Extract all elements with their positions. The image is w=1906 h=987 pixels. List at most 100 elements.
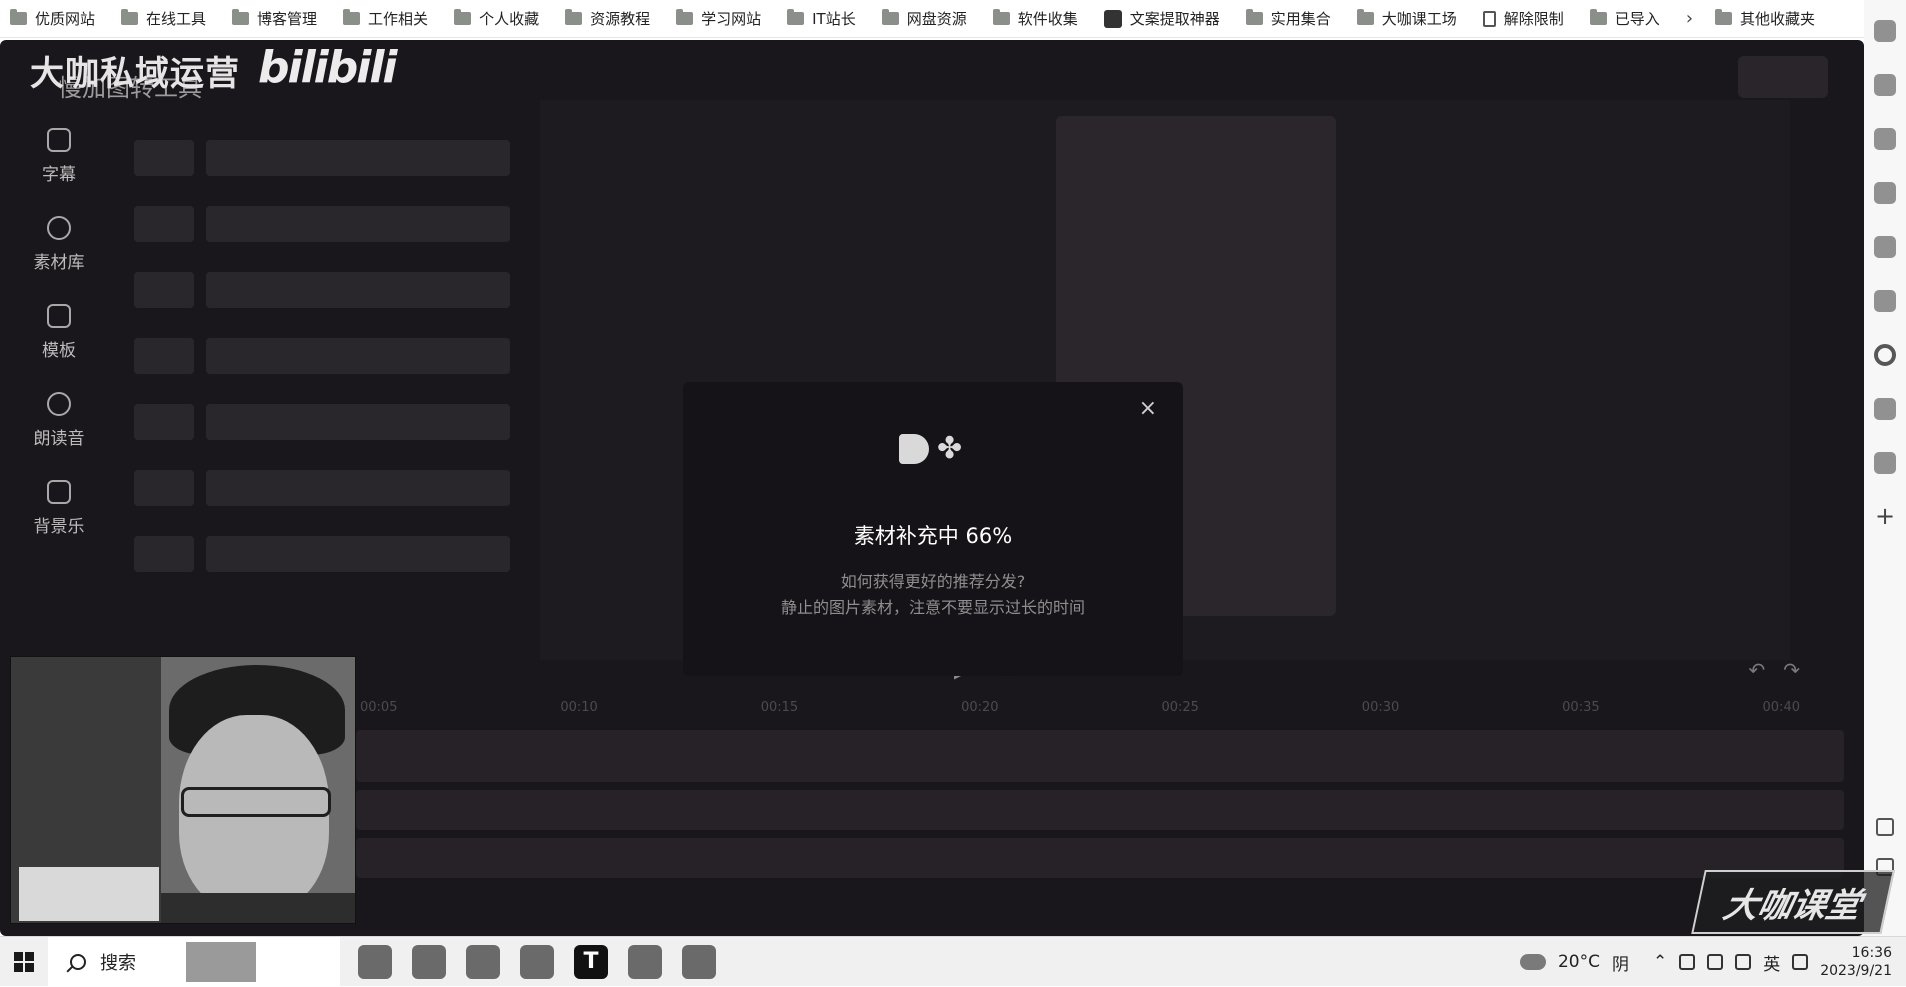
taskbar-search[interactable]: 搜索 bbox=[48, 936, 340, 987]
bookmark-item[interactable]: 博客管理 bbox=[232, 8, 317, 29]
list-item[interactable] bbox=[134, 338, 510, 374]
nav-item[interactable]: 素材库 bbox=[0, 208, 118, 296]
circle-app-icon[interactable] bbox=[1874, 344, 1896, 366]
timeline-tick: 00:35 bbox=[1562, 700, 1600, 715]
game-icon[interactable] bbox=[1874, 398, 1896, 420]
ime-indicator[interactable]: 英 bbox=[1763, 950, 1780, 975]
folder-icon bbox=[676, 9, 694, 25]
bookmark-item[interactable]: 大咖课工场 bbox=[1356, 8, 1457, 29]
template-icon bbox=[47, 304, 71, 328]
clock[interactable]: 16:36 2023/9/21 bbox=[1820, 944, 1892, 980]
taskbar-apps: T bbox=[358, 944, 716, 979]
chrome-icon[interactable] bbox=[412, 944, 446, 979]
timeline-tick: 00:05 bbox=[360, 700, 398, 715]
folder-icon bbox=[343, 9, 361, 25]
hint-answer: 静止的图片素材，注意不要显示过长的时间 bbox=[780, 598, 1085, 617]
timeline-tick: 00:10 bbox=[560, 700, 598, 715]
nav-item[interactable]: 朗读音 bbox=[0, 384, 118, 472]
bookmark-item[interactable]: 工作相关 bbox=[343, 8, 428, 29]
clock-date: 2023/9/21 bbox=[1820, 963, 1892, 979]
bookmark-label: 软件收集 bbox=[1017, 10, 1078, 28]
office-icon[interactable] bbox=[1874, 128, 1896, 150]
weather-icon[interactable] bbox=[1519, 954, 1546, 970]
list-item[interactable] bbox=[134, 404, 510, 440]
weather-temp[interactable]: 20°C bbox=[1558, 952, 1600, 972]
typora-icon[interactable]: T bbox=[574, 944, 608, 979]
send-icon[interactable] bbox=[1874, 182, 1896, 204]
bookmark-label: 学习网站 bbox=[701, 10, 762, 28]
left-nav: 字幕素材库模板 朗读音背景乐 bbox=[0, 120, 118, 560]
bookmark-item[interactable]: 已导入 bbox=[1589, 8, 1660, 29]
tray-chevron-icon[interactable]: ⌃ bbox=[1653, 952, 1667, 972]
video-track[interactable] bbox=[356, 730, 1844, 782]
nav-label: 背景乐 bbox=[33, 517, 85, 537]
tray-app-icon[interactable] bbox=[1735, 954, 1752, 970]
bookmark-item[interactable]: 实用集合 bbox=[1245, 8, 1331, 29]
taskbar: 搜索 T 20°C 阴 ⌃ 英 16:36 2023/9/21 bbox=[0, 936, 1906, 987]
nav-label: 素材库 bbox=[33, 253, 85, 273]
audio-track[interactable] bbox=[356, 790, 1844, 830]
list-item[interactable] bbox=[134, 140, 510, 176]
gear-icon[interactable] bbox=[1874, 452, 1896, 474]
folder-icon bbox=[454, 9, 472, 25]
search-icon[interactable] bbox=[1874, 20, 1896, 42]
list-item[interactable] bbox=[134, 536, 510, 572]
watermark-logo: 大咖课堂 bbox=[1691, 870, 1895, 934]
bookmark-label: 大咖课工场 bbox=[1381, 10, 1457, 28]
folder-icon bbox=[232, 9, 250, 25]
list-item[interactable] bbox=[134, 206, 510, 242]
bookmark-label: 个人收藏 bbox=[479, 10, 540, 28]
list-item[interactable] bbox=[134, 272, 510, 308]
bookmark-item[interactable]: 软件收集 bbox=[992, 8, 1078, 29]
volume-icon[interactable] bbox=[1707, 954, 1724, 970]
start-button[interactable] bbox=[0, 937, 48, 987]
nav-item[interactable]: 模板 bbox=[0, 296, 118, 384]
undo-icon[interactable]: ↶ bbox=[1748, 658, 1765, 682]
bookmark-item[interactable]: 网盘资源 bbox=[881, 8, 967, 29]
weather-desc[interactable]: 阴 bbox=[1612, 950, 1629, 975]
nav-item[interactable]: 字幕 bbox=[0, 120, 118, 208]
system-tray: 20°C 阴 ⌃ 英 16:36 2023/9/21 bbox=[1519, 937, 1906, 987]
folder-icon bbox=[1245, 9, 1263, 25]
timeline-tick: 00:15 bbox=[760, 700, 799, 715]
bookmark-item[interactable]: 优质网站 bbox=[10, 8, 95, 29]
bookmark-item[interactable]: 学习网站 bbox=[676, 8, 761, 29]
redo-icon[interactable]: ↷ bbox=[1783, 658, 1800, 682]
search-highlight-image bbox=[186, 941, 256, 982]
add-icon[interactable]: + bbox=[1875, 502, 1895, 530]
export-button[interactable] bbox=[1738, 56, 1828, 98]
close-icon[interactable]: × bbox=[1139, 396, 1157, 421]
music-track[interactable] bbox=[356, 838, 1844, 878]
notes-icon[interactable] bbox=[466, 944, 500, 979]
bookmark-item[interactable]: 在线工具 bbox=[121, 8, 206, 29]
browser-sidebar: + bbox=[1864, 0, 1906, 936]
edge-icon[interactable] bbox=[358, 944, 392, 979]
flower-app-icon[interactable] bbox=[682, 944, 716, 979]
folder-icon bbox=[787, 9, 805, 25]
bookmark-item[interactable]: 解除限制 bbox=[1482, 8, 1564, 29]
bookmarks-overflow-icon[interactable]: › bbox=[1686, 8, 1693, 29]
nav-item[interactable]: 背景乐 bbox=[0, 472, 118, 560]
app-icon bbox=[1103, 9, 1122, 28]
bookmark-item[interactable]: 个人收藏 bbox=[454, 8, 539, 29]
bookmark-item[interactable]: 文案提取神器 bbox=[1103, 8, 1220, 29]
folder-icon bbox=[1589, 9, 1607, 25]
bookmark-label: 在线工具 bbox=[146, 10, 207, 28]
timeline-tick: 00:20 bbox=[961, 700, 999, 715]
bookmark-item[interactable]: 资源教程 bbox=[565, 8, 650, 29]
sogou-icon[interactable] bbox=[1792, 954, 1809, 970]
screenshot-icon[interactable] bbox=[1876, 818, 1894, 836]
bookmark-item[interactable]: IT站长 bbox=[787, 8, 856, 29]
list-item[interactable] bbox=[134, 470, 510, 506]
network-icon[interactable] bbox=[1679, 954, 1696, 970]
image-editor-icon[interactable] bbox=[520, 944, 554, 979]
bookmark-label: 工作相关 bbox=[368, 10, 429, 28]
other-bookmarks[interactable]: 其他收藏夹 bbox=[1715, 8, 1815, 29]
clock-time: 16:36 bbox=[1851, 945, 1892, 961]
search-app-icon[interactable] bbox=[1874, 290, 1896, 312]
file-explorer-icon[interactable] bbox=[628, 944, 662, 979]
bookmark-app-icon[interactable] bbox=[1874, 236, 1896, 258]
history-controls: ↶ ↷ bbox=[1748, 658, 1800, 682]
toolbox-icon[interactable] bbox=[1874, 74, 1896, 96]
search-icon bbox=[70, 953, 86, 970]
